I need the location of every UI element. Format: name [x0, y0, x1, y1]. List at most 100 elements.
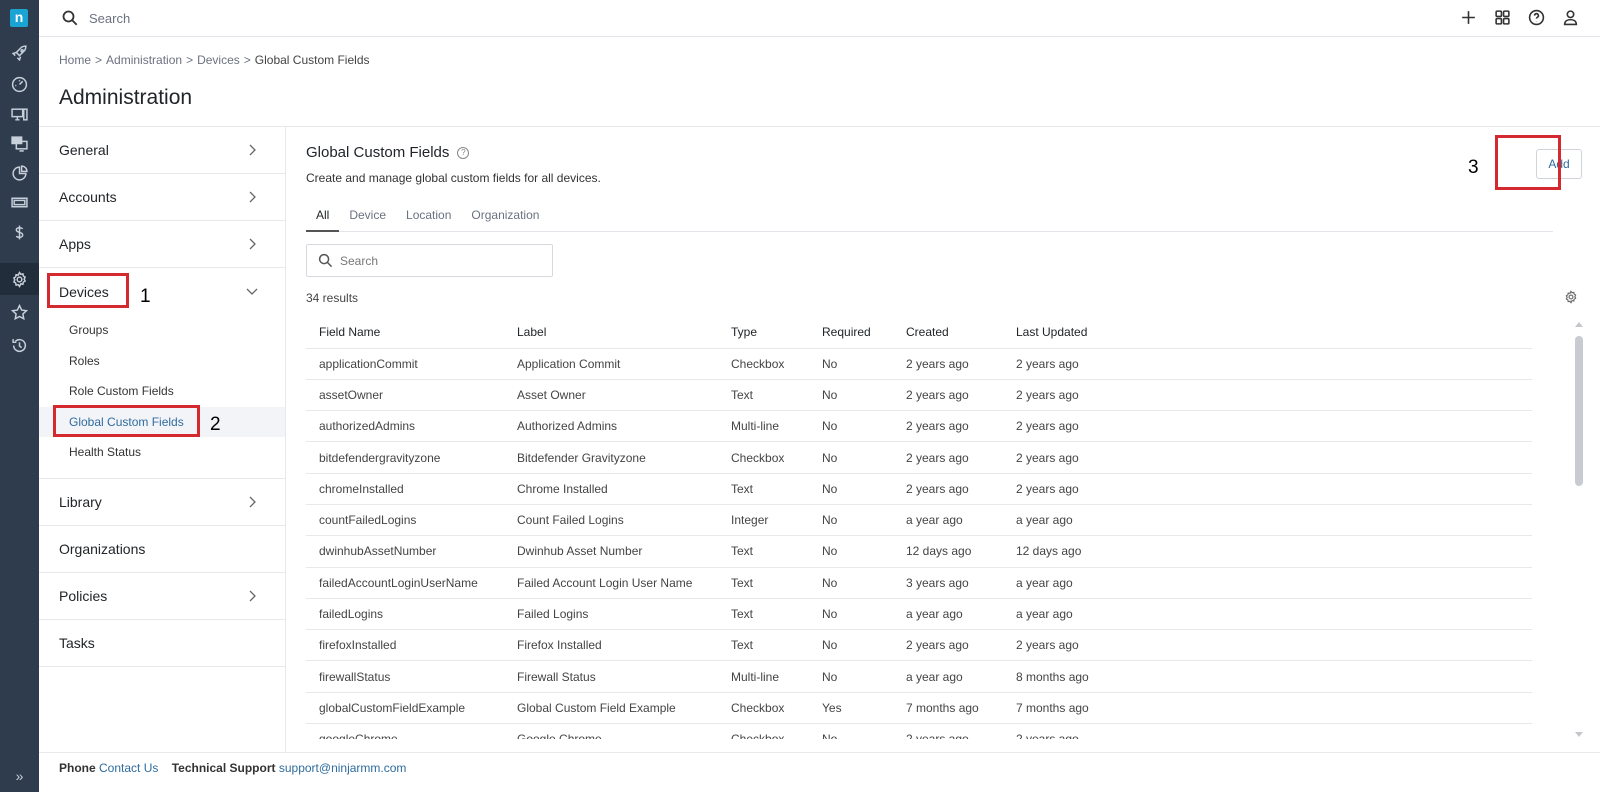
table-row[interactable]: globalCustomFieldExample Global Custom Fi… — [306, 692, 1532, 725]
tab-location[interactable]: Location — [396, 207, 461, 232]
table-row[interactable]: assetOwner Asset Owner Text No 2 years ago 2 … — [306, 379, 1532, 412]
table-scrollbar[interactable] — [1575, 322, 1583, 737]
table-row[interactable]: chromeInstalled Chrome Installed Text No 2 y… — [306, 473, 1532, 505]
multi-device-icon[interactable] — [0, 127, 39, 159]
cell-field-name: authorizedAdmins — [306, 410, 504, 443]
cell-type: Text — [718, 629, 809, 662]
cell-required: No — [809, 348, 893, 380]
plus-icon[interactable] — [1458, 7, 1478, 27]
tab-all[interactable]: All — [306, 207, 340, 232]
history-icon[interactable] — [0, 329, 39, 361]
table-row[interactable]: googleChromeGoogle ChromeCheckboxNo2 yea… — [306, 723, 1532, 739]
column-header-required[interactable]: Required — [809, 316, 893, 349]
scroll-down-arrow[interactable] — [1575, 732, 1583, 737]
cell-required: No — [809, 598, 893, 631]
cell-field-name: failedAccountLoginUserName — [306, 567, 504, 599]
cell-field-name: bitdefendergravityzone — [306, 441, 504, 474]
breadcrumb-administration[interactable]: Administration — [106, 53, 182, 67]
column-header-label[interactable]: Label — [504, 316, 718, 349]
cell-created: 2 years ago — [893, 629, 1003, 662]
apps-grid-icon[interactable] — [1492, 7, 1512, 27]
rocket-icon[interactable] — [0, 37, 39, 69]
expand-nav-button[interactable]: » — [0, 768, 39, 790]
dashboard-icon[interactable] — [0, 68, 39, 100]
breadcrumb-current: Global Custom Fields — [254, 53, 370, 67]
tab-device[interactable]: Device — [339, 207, 396, 232]
cell-required: No — [809, 504, 893, 537]
section-title: Global Custom Fields ? — [306, 144, 470, 161]
help-circle-icon[interactable]: ? — [457, 146, 470, 159]
table-row[interactable]: failedLogins Failed Logins Text No a year ag… — [306, 598, 1532, 631]
nav-section-accounts[interactable]: Accounts — [39, 174, 285, 221]
global-search-input[interactable] — [89, 8, 389, 28]
star-icon[interactable] — [0, 296, 39, 328]
cell-last-updated: 2 years ago — [1003, 723, 1532, 739]
table-row[interactable]: firewallStatus Firewall Status Multi-line N… — [306, 660, 1532, 693]
table-row[interactable]: authorizedAdmins Authorized Admins Multi-l… — [306, 410, 1532, 443]
table-search-input[interactable] — [340, 252, 540, 270]
breadcrumb: Home > Administration > Devices > Global… — [59, 53, 370, 67]
breadcrumb-home[interactable]: Home — [59, 53, 91, 67]
breadcrumb-separator: > — [95, 53, 103, 67]
user-icon[interactable] — [1560, 7, 1580, 27]
section-title-text: Global Custom Fields — [306, 144, 450, 161]
pie-chart-icon[interactable] — [0, 157, 39, 189]
dollar-icon[interactable] — [0, 216, 39, 248]
column-header-field-name[interactable]: Field Name — [306, 316, 504, 349]
table-row[interactable]: firefoxInstalled Firefox Installed Text No 2… — [306, 629, 1532, 662]
ninja-logo[interactable]: n — [10, 9, 28, 27]
chevron-right-icon — [245, 143, 259, 157]
tab-bar: All Device Location Organization — [306, 207, 1553, 232]
footer-phone-label: Phone — [59, 761, 96, 775]
annotation-box-add — [1495, 135, 1561, 190]
nav-section-organizations[interactable]: Organizations — [39, 526, 285, 573]
column-header-created[interactable]: Created — [893, 316, 1003, 349]
nav-section-apps[interactable]: Apps — [39, 221, 285, 268]
cell-created: 2 years ago — [893, 348, 1003, 380]
table-settings-gear-icon[interactable] — [1564, 290, 1578, 304]
footer-support-label: Technical Support — [171, 761, 276, 775]
footer-contact-link[interactable]: Contact Us — [99, 761, 158, 775]
chevron-right-icon — [245, 190, 259, 204]
cell-type: Checkbox — [718, 441, 809, 474]
nav-section-library[interactable]: Library — [39, 479, 285, 526]
tab-organization[interactable]: Organization — [461, 207, 549, 232]
cell-required: No — [809, 567, 893, 599]
table-row[interactable]: dwinhubAssetNumber Dwinhub Asset Number Te… — [306, 535, 1532, 568]
nav-sub-roles[interactable]: Roles — [39, 346, 285, 377]
cell-label: Chrome Installed — [504, 473, 718, 505]
nav-sub-health-status[interactable]: Health Status — [39, 437, 285, 468]
cell-created: 2 years ago — [893, 441, 1003, 474]
devices-icon[interactable] — [0, 98, 39, 130]
nav-sub-groups[interactable]: Groups — [39, 315, 285, 346]
breadcrumb-separator: > — [243, 53, 251, 67]
column-header-last-updated[interactable]: Last Updated — [1003, 316, 1532, 349]
help-icon[interactable] — [1526, 7, 1546, 27]
nav-section-policies[interactable]: Policies — [39, 573, 285, 620]
table-row[interactable]: countFailedLogins Count Failed Logins Inte… — [306, 504, 1532, 537]
cell-label: Asset Owner — [504, 379, 718, 412]
custom-fields-table: Field Name Label Type Required Created L… — [306, 316, 1532, 739]
cell-field-name: assetOwner — [306, 379, 504, 412]
table-row[interactable]: bitdefendergravityzone Bitdefender Gravit… — [306, 441, 1532, 474]
scroll-thumb[interactable] — [1575, 336, 1583, 486]
footer-support-email-link[interactable]: support@ninjarmm.com — [279, 761, 407, 775]
admin-side-nav: General Accounts Apps Devices Groups Rol… — [39, 126, 286, 752]
gear-icon[interactable] — [0, 263, 39, 295]
breadcrumb-separator: > — [186, 53, 194, 67]
cell-type: Checkbox — [718, 692, 809, 725]
nav-section-label: Apps — [59, 236, 91, 252]
nav-section-general[interactable]: General — [39, 127, 285, 174]
column-header-type[interactable]: Type — [718, 316, 809, 349]
scroll-up-arrow[interactable] — [1575, 322, 1583, 327]
nav-section-tasks[interactable]: Tasks — [39, 620, 285, 667]
ticket-icon[interactable] — [0, 186, 39, 218]
table-row[interactable]: failedAccountLoginUserName Failed Account… — [306, 567, 1532, 599]
table-row[interactable]: applicationCommit Application Commit Check… — [306, 348, 1532, 380]
cell-required: No — [809, 535, 893, 568]
cell-field-name: failedLogins — [306, 598, 504, 631]
cell-last-updated: 7 months ago — [1003, 692, 1532, 725]
cell-field-name: countFailedLogins — [306, 504, 504, 537]
breadcrumb-devices[interactable]: Devices — [197, 53, 240, 67]
nav-sub-role-custom-fields[interactable]: Role Custom Fields — [39, 376, 285, 407]
